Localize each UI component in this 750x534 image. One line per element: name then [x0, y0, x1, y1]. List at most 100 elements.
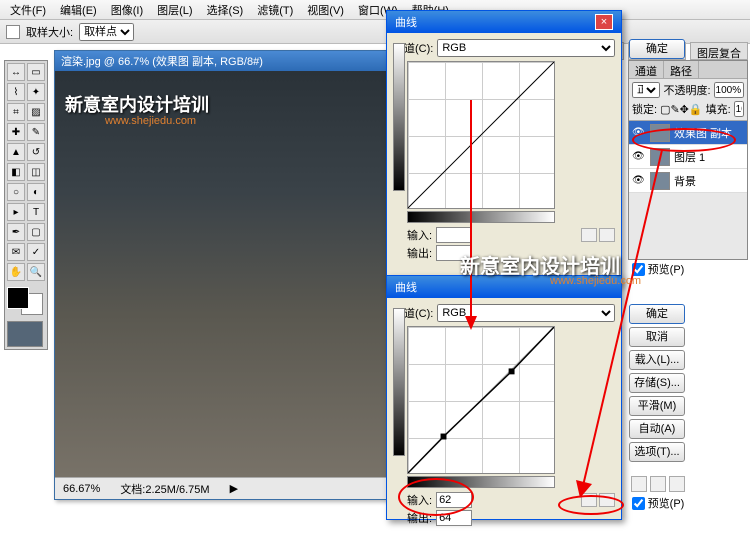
- curve-pencil-icon[interactable]: [599, 228, 615, 242]
- layer-thumb: [650, 148, 670, 166]
- zoom-level[interactable]: 66.67%: [63, 483, 100, 495]
- menu-select[interactable]: 选择(S): [201, 0, 250, 20]
- heal-tool-icon[interactable]: ✚: [7, 123, 25, 141]
- tab-paths[interactable]: 路径: [664, 61, 699, 78]
- layer-item[interactable]: 👁 图层 1: [629, 145, 747, 169]
- save-button[interactable]: 存储(S)...: [629, 373, 685, 393]
- watermark-text: 新意室内设计培训: [65, 91, 209, 117]
- menu-filter[interactable]: 滤镜(T): [251, 0, 299, 20]
- eyedrop-tool-icon[interactable]: ✓: [27, 243, 45, 261]
- history-brush-icon[interactable]: ↺: [27, 143, 45, 161]
- path-tool-icon[interactable]: ▸: [7, 203, 25, 221]
- layer-thumb: [650, 124, 670, 142]
- layer-name: 图层 1: [674, 149, 705, 165]
- input-label: 输入:: [407, 492, 432, 508]
- curves-grid[interactable]: [407, 61, 555, 209]
- load-button[interactable]: 载入(L)...: [629, 350, 685, 370]
- document-titlebar[interactable]: 渲染.jpg @ 66.7% (效果图 副本, RGB/8#): [55, 51, 389, 71]
- curve-pencil-icon[interactable]: [599, 493, 615, 507]
- visibility-icon[interactable]: 👁: [632, 175, 646, 186]
- gradient-vertical: [393, 43, 405, 191]
- pen-tool-icon[interactable]: ✒: [7, 223, 25, 241]
- document-statusbar: 66.67% 文档:2.25M/6.75M ▶: [55, 477, 389, 499]
- curves-title: 曲线: [395, 279, 417, 295]
- cancel-button[interactable]: 取消: [629, 327, 685, 347]
- menu-view[interactable]: 视图(V): [301, 0, 350, 20]
- auto-button[interactable]: 自动(A): [629, 419, 685, 439]
- document-canvas[interactable]: 新意室内设计培训 www.shejiedu.com: [55, 71, 389, 477]
- tab-layercomps[interactable]: 图层复合: [690, 42, 748, 60]
- fill-field[interactable]: [734, 101, 744, 117]
- lock-icons[interactable]: ▢✎✥🔒: [660, 103, 703, 116]
- notes-tool-icon[interactable]: ✉: [7, 243, 25, 261]
- curves-dialog-top: 曲线 × 通道(C): RGB 输入: 输出: 确定 取消 载入(L)... 存…: [386, 10, 622, 286]
- layer-name: 背景: [674, 173, 696, 189]
- curves-grid[interactable]: [407, 326, 555, 474]
- options-button[interactable]: 选项(T)...: [629, 442, 685, 462]
- color-swatch[interactable]: [7, 287, 43, 315]
- status-arrow-icon[interactable]: ▶: [230, 482, 238, 495]
- tab-channels[interactable]: 通道: [629, 61, 664, 78]
- curve-point-icon[interactable]: [581, 493, 597, 507]
- lock-label: 锁定:: [632, 101, 657, 117]
- layers-panel: 通道 路径 正常不透明度: 锁定:▢✎✥🔒填充: 👁效果图 副本 👁 图层 1 👁…: [628, 60, 748, 260]
- preview-checkbox[interactable]: [632, 497, 645, 510]
- zoom-tool-icon[interactable]: 🔍: [27, 263, 45, 281]
- dodge-tool-icon[interactable]: ◐: [27, 183, 45, 201]
- ok-button[interactable]: 确定: [629, 304, 685, 324]
- toolbox: ↔ ▭ ⌇ ✦ ⌗ ▨ ✚ ✎ ▲ ↺ ◧ ◫ ○ ◐ ▸ T ✒ ▢ ✉ ✓ …: [4, 60, 48, 350]
- eyedropper-gray-icon[interactable]: [650, 476, 666, 492]
- channel-select[interactable]: RGB: [437, 39, 615, 57]
- gradient-vertical: [393, 308, 405, 456]
- stamp-tool-icon[interactable]: ▲: [7, 143, 25, 161]
- marquee-tool-icon[interactable]: ▭: [27, 63, 45, 81]
- opacity-label: 不透明度:: [663, 82, 710, 98]
- input-label: 输入:: [407, 227, 432, 243]
- blur-tool-icon[interactable]: ○: [7, 183, 25, 201]
- brush-tool-icon[interactable]: ✎: [27, 123, 45, 141]
- type-tool-icon[interactable]: T: [27, 203, 45, 221]
- crop-tool-icon[interactable]: ⌗: [7, 103, 25, 121]
- filesize-info: 文档:2.25M/6.75M: [120, 481, 209, 497]
- visibility-icon[interactable]: 👁: [632, 151, 646, 162]
- layer-thumb: [650, 172, 670, 190]
- menu-file[interactable]: 文件(F): [4, 0, 52, 20]
- output-label: 输出:: [407, 510, 432, 526]
- ok-button[interactable]: 确定: [629, 39, 685, 59]
- wand-tool-icon[interactable]: ✦: [27, 83, 45, 101]
- preview-checkbox[interactable]: [632, 263, 645, 276]
- shape-tool-icon[interactable]: ▢: [27, 223, 45, 241]
- menu-bar: 文件(F) 编辑(E) 图像(I) 图层(L) 选择(S) 滤镜(T) 视图(V…: [0, 0, 750, 20]
- slice-tool-icon[interactable]: ▨: [27, 103, 45, 121]
- layer-item[interactable]: 👁效果图 副本: [629, 121, 747, 145]
- curves-titlebar[interactable]: 曲线 ×: [387, 11, 621, 33]
- input-field[interactable]: [436, 492, 472, 508]
- visibility-icon[interactable]: 👁: [632, 127, 646, 138]
- gradient-tool-icon[interactable]: ◫: [27, 163, 45, 181]
- opacity-field[interactable]: [714, 82, 744, 98]
- channel-select[interactable]: RGB: [437, 304, 615, 322]
- hand-tool-icon[interactable]: ✋: [7, 263, 25, 281]
- output-field[interactable]: [436, 510, 472, 526]
- menu-image[interactable]: 图像(I): [105, 0, 149, 20]
- input-field[interactable]: [436, 227, 472, 243]
- curve-point-icon[interactable]: [581, 228, 597, 242]
- sample-size-select[interactable]: 取样点: [79, 23, 134, 41]
- layer-item[interactable]: 👁 背景: [629, 169, 747, 193]
- fill-label: 填充:: [706, 101, 731, 117]
- menu-edit[interactable]: 编辑(E): [54, 0, 103, 20]
- menu-layer[interactable]: 图层(L): [151, 0, 198, 20]
- eyedropper-black-icon[interactable]: [631, 476, 647, 492]
- quickmask-icon[interactable]: [7, 321, 43, 347]
- preview-checkbox-row[interactable]: 预览(P): [632, 495, 685, 511]
- close-icon[interactable]: ×: [595, 14, 613, 30]
- eyedropper-icon[interactable]: [6, 25, 20, 39]
- document-title: 渲染.jpg @ 66.7% (效果图 副本, RGB/8#): [61, 53, 263, 69]
- smooth-button[interactable]: 平滑(M): [629, 396, 685, 416]
- sample-size-label: 取样大小:: [26, 24, 73, 40]
- eyedropper-white-icon[interactable]: [669, 476, 685, 492]
- move-tool-icon[interactable]: ↔: [7, 63, 25, 81]
- blend-mode-select[interactable]: 正常: [632, 82, 660, 98]
- eraser-tool-icon[interactable]: ◧: [7, 163, 25, 181]
- lasso-tool-icon[interactable]: ⌇: [7, 83, 25, 101]
